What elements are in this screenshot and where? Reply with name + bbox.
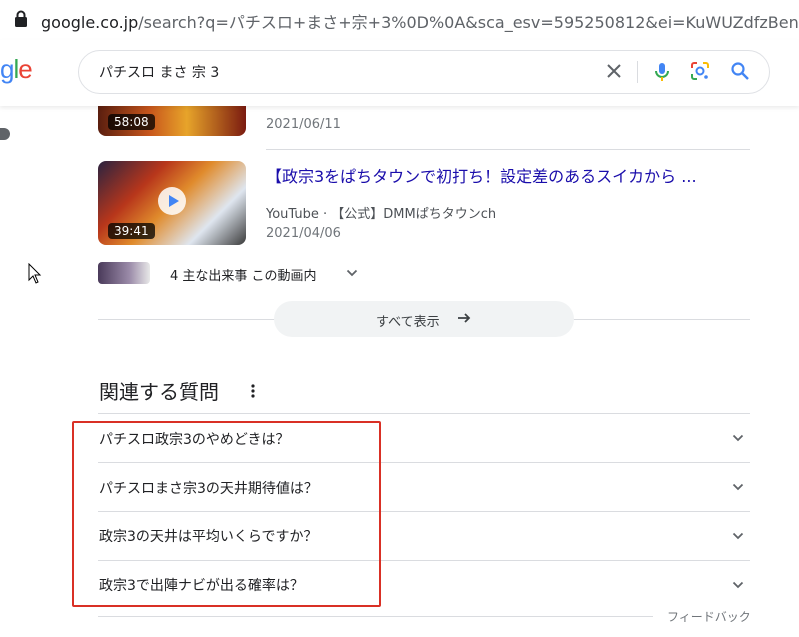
feedback-link[interactable]: フィードバック: [667, 608, 751, 625]
video-title-link[interactable]: 【政宗3をぱちタウンで初打ち！設定差のあるスイカから ...: [266, 163, 736, 187]
more-options-icon[interactable]: [251, 383, 255, 399]
video-thumbnail[interactable]: 39:41: [98, 161, 246, 245]
video-duration: 58:08: [108, 114, 155, 130]
divider: [98, 616, 653, 617]
show-all-label: すべて表示: [376, 315, 440, 330]
logo-letter: e: [18, 54, 33, 84]
key-moments-label[interactable]: 4 主な出来事 この動画内: [170, 265, 317, 284]
play-icon: [158, 187, 186, 215]
chevron-down-icon[interactable]: [732, 579, 744, 591]
search-box[interactable]: パチスロ まさ 宗 3: [78, 50, 770, 94]
mic-icon[interactable]: [651, 60, 673, 84]
logo-letter: g: [0, 54, 15, 84]
url-path: /search?q=パチスロ+まさ+宗+3%0D%0A&sca_esv=5952…: [138, 13, 799, 32]
video-date: 2021/06/11: [266, 117, 341, 132]
clear-icon[interactable]: [603, 60, 625, 82]
search-icon[interactable]: [729, 60, 751, 82]
side-panel-handle[interactable]: [0, 128, 10, 140]
url-text[interactable]: google.co.jp/search?q=パチスロ+まさ+宗+3%0D%0A&…: [41, 9, 799, 33]
google-logo[interactable]: gle: [0, 54, 33, 85]
show-all-button[interactable]: すべて表示: [274, 301, 574, 337]
chevron-down-icon[interactable]: [732, 530, 744, 542]
video-source: YouTube · 【公式】DMMぱちタウンch: [266, 207, 497, 222]
highlight-annotation-box: [72, 421, 381, 607]
search-header: gle パチスロ まさ 宗 3: [0, 40, 799, 106]
chevron-down-icon[interactable]: [732, 481, 744, 493]
chevron-down-icon[interactable]: [732, 432, 744, 444]
lock-icon: [15, 10, 27, 27]
browser-url-bar[interactable]: google.co.jp/search?q=パチスロ+まさ+宗+3%0D%0A&…: [0, 0, 799, 40]
divider: [637, 61, 638, 83]
chevron-down-icon[interactable]: [346, 267, 358, 279]
url-host: google.co.jp: [41, 13, 139, 32]
camera-lens-icon[interactable]: [689, 60, 711, 82]
key-moments-thumbnail[interactable]: [98, 262, 150, 284]
divider: [266, 149, 750, 150]
search-input[interactable]: パチスロ まさ 宗 3: [99, 62, 219, 82]
arrow-right-icon: [458, 313, 471, 323]
video-duration: 39:41: [108, 223, 155, 239]
video-date: 2021/04/06: [266, 226, 341, 241]
related-questions-title: 関連する質問: [99, 380, 219, 404]
divider: [98, 413, 750, 414]
mouse-cursor-icon: [28, 263, 42, 284]
